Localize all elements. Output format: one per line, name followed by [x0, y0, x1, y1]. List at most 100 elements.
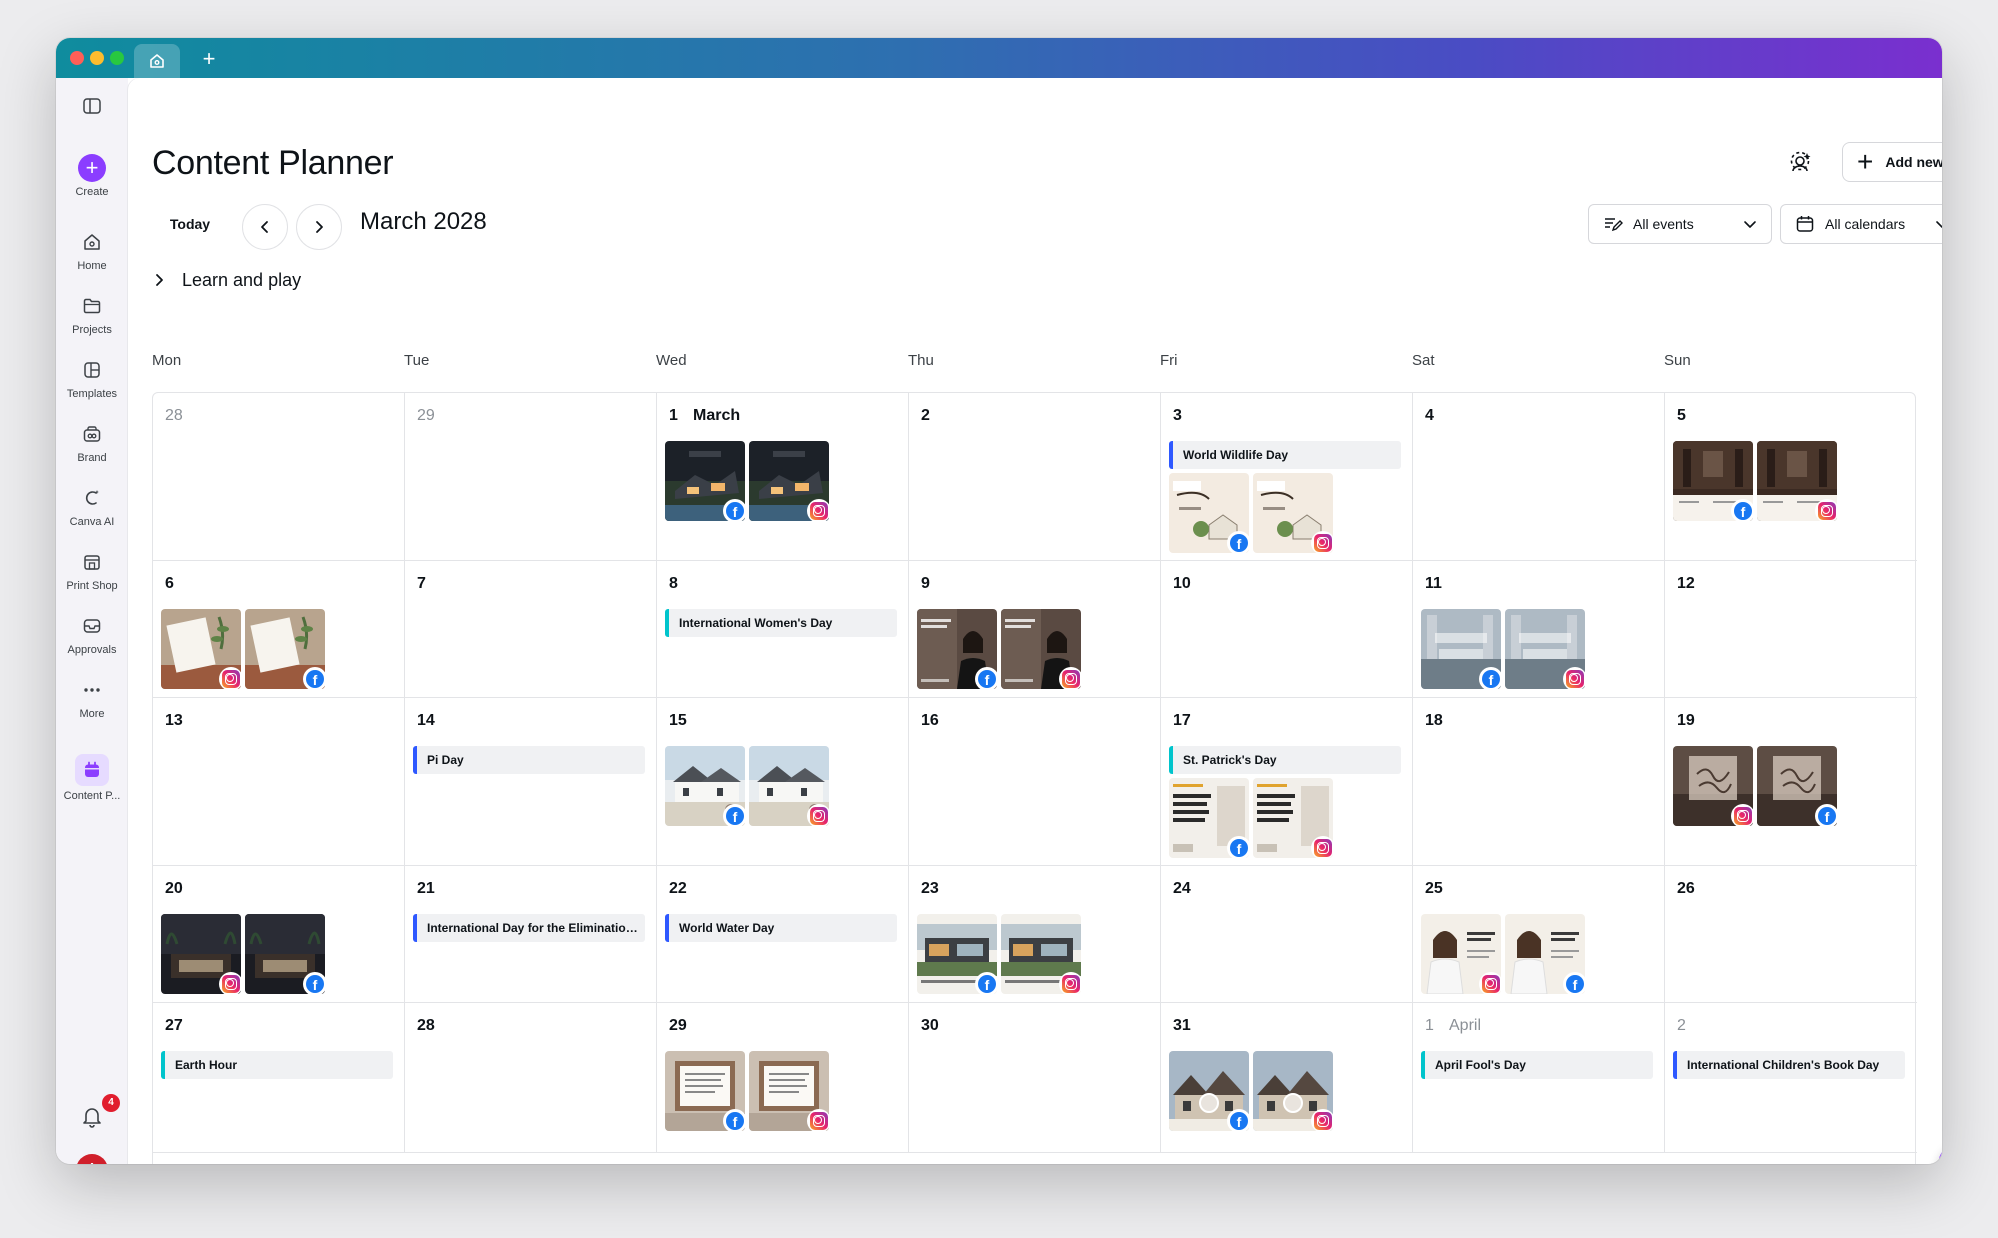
calendar-day-cell[interactable]: 30 — [909, 1003, 1161, 1153]
next-month-button[interactable] — [296, 204, 342, 250]
calendar-event[interactable]: International Children's Book Day — [1673, 1051, 1905, 1079]
scheduled-post-thumbnail[interactable]: f — [1169, 778, 1251, 860]
scheduled-post-thumbnail[interactable]: f — [1169, 473, 1251, 555]
calendar-day-cell[interactable]: 9f — [909, 561, 1161, 698]
calendar-day-cell[interactable]: 6f — [153, 561, 405, 698]
calendar-day-cell[interactable]: 29 f — [657, 1003, 909, 1153]
scheduled-post-thumbnail[interactable]: f — [245, 914, 327, 996]
calendar-day-cell[interactable]: 23 f — [909, 866, 1161, 1003]
calendar-day-cell[interactable]: 26 — [1665, 866, 1917, 1003]
scheduled-post-thumbnail[interactable]: f — [917, 609, 999, 691]
sidebar-item-label: Canva AI — [69, 516, 115, 528]
calendar-day-cell[interactable]: 20 f — [153, 866, 405, 1003]
calendar-day-cell[interactable]: 4 — [1413, 393, 1665, 561]
calendar-event[interactable]: Pi Day — [413, 746, 645, 774]
calendar-event[interactable]: April Fool's Day — [1421, 1051, 1653, 1079]
calendar-day-cell[interactable]: 16 — [909, 698, 1161, 866]
calendar-event[interactable]: International Women's Day — [665, 609, 897, 637]
sidebar-item-canva-ai[interactable]: Canva AI — [56, 484, 128, 528]
close-window-button[interactable] — [70, 51, 84, 65]
scheduled-post-thumbnail[interactable] — [1253, 1051, 1335, 1133]
calendar-event[interactable]: Earth Hour — [161, 1051, 393, 1079]
calendar-day-cell[interactable]: 1 March f — [657, 393, 909, 561]
events-filter-dropdown[interactable]: All events — [1588, 204, 1772, 244]
sidebar-item-templates[interactable]: Templates — [56, 356, 128, 400]
calendar-day-cell[interactable]: 11 f — [1413, 561, 1665, 698]
calendar-event[interactable]: World Wildlife Day — [1169, 441, 1401, 469]
minimize-window-button[interactable] — [90, 51, 104, 65]
scheduled-post-thumbnail[interactable]: f — [1505, 914, 1587, 996]
scheduled-post-thumbnail[interactable] — [749, 746, 831, 828]
calendar-day-cell[interactable]: 12 — [1665, 561, 1917, 698]
calendar-day-cell[interactable]: 10 — [1161, 561, 1413, 698]
calendar-day-cell[interactable]: 8 International Women's Day — [657, 561, 909, 698]
scheduled-post-thumbnail[interactable]: f — [1169, 1051, 1251, 1133]
help-button[interactable]: ? — [1938, 1142, 1942, 1164]
sidebar-toggle-button[interactable] — [56, 92, 128, 124]
avatar[interactable]: A — [76, 1154, 108, 1164]
sidebar-item-print-shop[interactable]: Print Shop — [56, 548, 128, 592]
calendar-day-cell[interactable]: 1 April April Fool's Day — [1413, 1003, 1665, 1153]
calendar-day-cell[interactable]: 25 f — [1413, 866, 1665, 1003]
sidebar-item-home[interactable]: Home — [56, 228, 128, 272]
calendar-day-cell[interactable]: 3 World Wildlife Day f — [1161, 393, 1413, 561]
calendar-day-cell[interactable]: 19 f — [1665, 698, 1917, 866]
scheduled-post-thumbnail[interactable]: f — [1673, 441, 1755, 523]
scheduled-post-thumbnail[interactable] — [1673, 746, 1755, 828]
calendars-filter-dropdown[interactable]: All calendars — [1780, 204, 1942, 244]
sidebar-item-approvals[interactable]: Approvals — [56, 612, 128, 656]
calendar-day-cell[interactable]: 2 International Children's Book Day — [1665, 1003, 1917, 1153]
calendar-day-cell[interactable]: 18 — [1413, 698, 1665, 866]
scheduled-post-thumbnail[interactable] — [161, 914, 243, 996]
calendar-day-cell[interactable]: 13 — [153, 698, 405, 866]
scheduled-post-thumbnail[interactable] — [1505, 609, 1587, 691]
calendar-day-cell[interactable]: 2 — [909, 393, 1161, 561]
scheduled-post-thumbnail[interactable]: f — [665, 746, 747, 828]
scheduled-post-thumbnail[interactable]: f — [1757, 746, 1839, 828]
new-tab-button[interactable]: + — [196, 46, 222, 72]
calendar-day-cell[interactable]: 24 — [1161, 866, 1413, 1003]
scheduled-post-thumbnail[interactable] — [161, 609, 243, 691]
scheduled-post-thumbnail[interactable] — [749, 1051, 831, 1133]
scheduled-post-thumbnail[interactable]: f — [245, 609, 327, 691]
scheduled-post-thumbnail[interactable] — [1253, 473, 1335, 555]
calendar-day-cell[interactable]: 31 f — [1161, 1003, 1413, 1153]
calendar-event[interactable]: International Day for the Elimination of… — [413, 914, 645, 942]
calendar-day-cell[interactable]: 15 f — [657, 698, 909, 866]
calendar-day-cell[interactable]: 14 Pi Day — [405, 698, 657, 866]
scheduled-post-thumbnail[interactable] — [1001, 914, 1083, 996]
calendar-day-cell[interactable]: 7 — [405, 561, 657, 698]
scheduled-post-thumbnail[interactable] — [1421, 914, 1503, 996]
scheduled-post-thumbnail[interactable] — [1253, 778, 1335, 860]
calendar-day-cell[interactable]: 17 St. Patrick's Day f — [1161, 698, 1413, 866]
calendar-day-cell[interactable]: 29 — [405, 393, 657, 561]
calendar-event[interactable]: St. Patrick's Day — [1169, 746, 1401, 774]
calendar-day-cell[interactable]: 21 International Day for the Elimination … — [405, 866, 657, 1003]
home-tab[interactable] — [134, 44, 180, 78]
scheduled-post-thumbnail[interactable]: f — [917, 914, 999, 996]
calendar-day-cell[interactable]: 27 Earth Hour — [153, 1003, 405, 1153]
add-new-button[interactable]: + Add new — [1842, 142, 1942, 182]
previous-month-button[interactable] — [242, 204, 288, 250]
calendar-event[interactable]: World Water Day — [665, 914, 897, 942]
today-button[interactable]: Today — [152, 206, 228, 242]
scheduled-post-thumbnail[interactable] — [1001, 609, 1083, 691]
calendar-day-cell[interactable]: 5f — [1665, 393, 1917, 561]
calendar-day-cell[interactable]: 28 — [405, 1003, 657, 1153]
scheduled-post-thumbnail[interactable]: f — [1421, 609, 1503, 691]
calendar-day-cell[interactable]: 22 World Water Day — [657, 866, 909, 1003]
scheduled-post-thumbnail[interactable] — [749, 441, 831, 523]
scheduled-post-thumbnail[interactable]: f — [665, 441, 747, 523]
sidebar-item-content-p[interactable]: Content P... — [56, 754, 128, 802]
scheduled-post-thumbnail[interactable] — [1757, 441, 1839, 523]
maximize-window-button[interactable] — [110, 51, 124, 65]
calendar-day-cell[interactable]: 28 — [153, 393, 405, 561]
learn-and-play-toggle[interactable]: Learn and play — [152, 268, 301, 292]
sidebar-item-more[interactable]: More — [56, 676, 128, 720]
scheduled-post-thumbnail[interactable]: f — [665, 1051, 747, 1133]
instagram-icon — [1566, 670, 1584, 688]
sidebar-item-create[interactable]: + Create — [56, 154, 128, 198]
sidebar-item-brand[interactable]: Brand — [56, 420, 128, 464]
collaborators-icon[interactable] — [1788, 150, 1814, 176]
sidebar-item-projects[interactable]: Projects — [56, 292, 128, 336]
